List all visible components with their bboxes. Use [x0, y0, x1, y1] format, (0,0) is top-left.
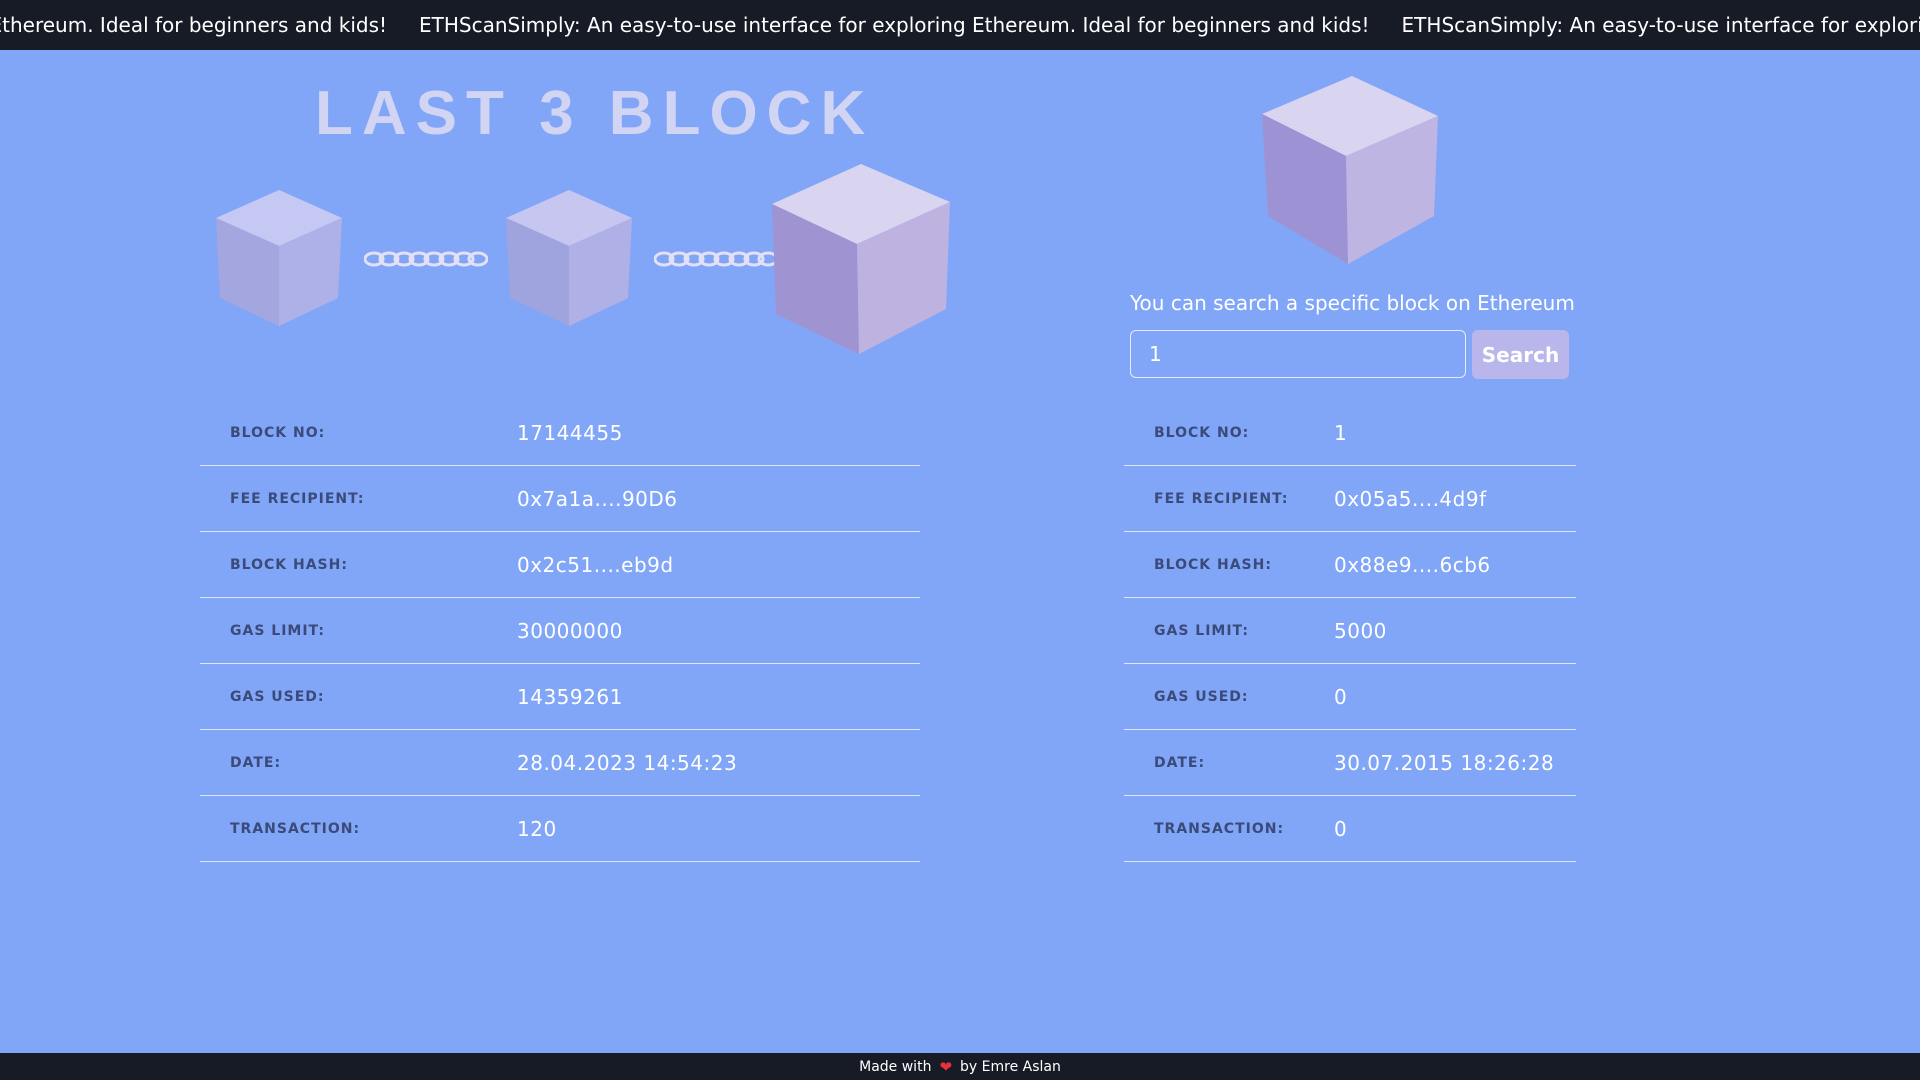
ticker-text: ETHScanSimply: An easy-to-use interface …: [419, 13, 1370, 37]
page-title: LAST 3 BLOCK: [315, 79, 875, 148]
row-value: 1: [1334, 420, 1348, 445]
cube-icon: [506, 190, 632, 326]
footer-author: by Emre Aslan: [960, 1058, 1061, 1075]
searched-block-table: BLOCK NO: 1 FEE RECIPIENT: 0x05a5....4d9…: [1124, 400, 1576, 862]
row-label: BLOCK HASH:: [230, 556, 348, 573]
footer-made-with: Made with: [859, 1058, 932, 1075]
ticker-text: ETHScanSimply: An easy-to-use interface …: [1401, 13, 1920, 37]
heart-icon: ❤: [939, 1057, 953, 1076]
row-value: 0x7a1a....90D6: [517, 486, 678, 511]
row-value: 28.04.2023 14:54:23: [517, 750, 738, 775]
row-value: 0x2c51....eb9d: [517, 552, 674, 577]
chain-link-icon: [364, 251, 488, 267]
table-row: TRANSACTION: 0: [1124, 796, 1576, 862]
row-value: 5000: [1334, 618, 1387, 643]
row-label: BLOCK NO:: [230, 424, 326, 441]
cube-icon: [1262, 76, 1438, 264]
ticker-text: ETHScanSimply: An easy-to-use interface …: [0, 13, 388, 37]
table-row: TRANSACTION: 120: [200, 796, 920, 862]
table-row: BLOCK HASH: 0x88e9....6cb6: [1124, 532, 1576, 598]
row-label: TRANSACTION:: [230, 820, 361, 837]
row-label: DATE:: [230, 754, 282, 771]
table-row: GAS LIMIT: 30000000: [200, 598, 920, 664]
row-value: 30.07.2015 18:26:28: [1334, 750, 1555, 775]
row-label: DATE:: [1154, 754, 1206, 771]
row-value: 30000000: [517, 618, 623, 643]
table-row: BLOCK HASH: 0x2c51....eb9d: [200, 532, 920, 598]
footer: Made with ❤ by Emre Aslan: [0, 1053, 1920, 1080]
row-value: 0x05a5....4d9f: [1334, 486, 1487, 511]
ticker-bar: ETHScanSimply: An easy-to-use interface …: [0, 0, 1920, 50]
cube-icon: [772, 164, 950, 354]
latest-block-table: BLOCK NO: 17144455 FEE RECIPIENT: 0x7a1a…: [200, 400, 920, 862]
row-label: BLOCK HASH:: [1154, 556, 1272, 573]
row-value: 0: [1334, 684, 1348, 709]
table-row: FEE RECIPIENT: 0x7a1a....90D6: [200, 466, 920, 532]
row-value: 14359261: [517, 684, 623, 709]
row-label: BLOCK NO:: [1154, 424, 1250, 441]
row-label: FEE RECIPIENT:: [230, 490, 365, 507]
table-row: BLOCK NO: 1: [1124, 400, 1576, 466]
chain-link-icon: [654, 251, 778, 267]
row-value: 120: [517, 816, 557, 841]
ticker-track: ETHScanSimply: An easy-to-use interface …: [0, 0, 1920, 50]
table-row: GAS USED: 14359261: [200, 664, 920, 730]
row-value: 17144455: [517, 420, 623, 445]
table-row: FEE RECIPIENT: 0x05a5....4d9f: [1124, 466, 1576, 532]
table-row: GAS LIMIT: 5000: [1124, 598, 1576, 664]
search-button[interactable]: Search: [1472, 330, 1569, 379]
row-label: GAS LIMIT:: [230, 622, 325, 639]
row-label: TRANSACTION:: [1154, 820, 1285, 837]
table-row: DATE: 30.07.2015 18:26:28: [1124, 730, 1576, 796]
row-label: GAS LIMIT:: [1154, 622, 1249, 639]
table-row: DATE: 28.04.2023 14:54:23: [200, 730, 920, 796]
row-label: GAS USED:: [1154, 688, 1249, 705]
row-value: 0x88e9....6cb6: [1334, 552, 1491, 577]
row-label: FEE RECIPIENT:: [1154, 490, 1289, 507]
row-value: 0: [1334, 816, 1348, 841]
block-search-input[interactable]: [1130, 330, 1466, 378]
table-row: BLOCK NO: 17144455: [200, 400, 920, 466]
search-caption: You can search a specific block on Ether…: [1130, 291, 1575, 315]
cube-icon: [216, 190, 342, 326]
table-row: GAS USED: 0: [1124, 664, 1576, 730]
row-label: GAS USED:: [230, 688, 325, 705]
